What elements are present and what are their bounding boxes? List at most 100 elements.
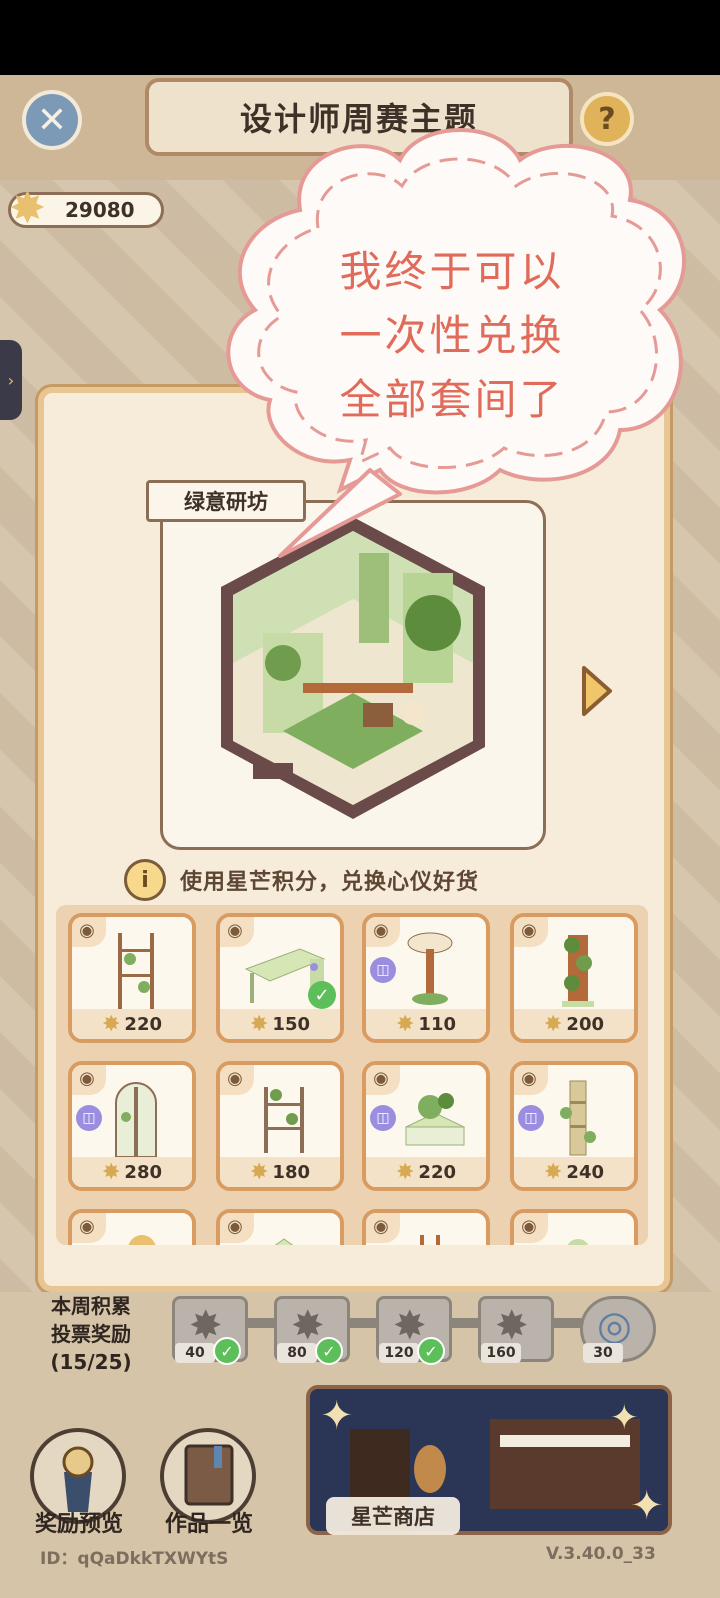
app-version: V.3.40.0_33	[546, 1544, 656, 1564]
svg-text:✦: ✦	[320, 1393, 354, 1439]
shop-item[interactable]: ◉ ✓ ✸ 150	[216, 913, 344, 1043]
price-bar: ✸ 280	[72, 1157, 192, 1187]
item-price: 180	[272, 1161, 310, 1183]
owned-check-icon: ✓	[308, 981, 336, 1009]
item-price: 220	[124, 1013, 162, 1035]
shop-item[interactable]: ◉	[216, 1209, 344, 1245]
bamboo-pillar-image	[560, 1080, 596, 1156]
close-button[interactable]: ✕	[22, 90, 82, 150]
item-image	[274, 1238, 294, 1245]
plant-rack-image	[264, 1087, 304, 1153]
shop-item[interactable]: ◉	[510, 1209, 638, 1245]
close-icon: ✕	[36, 99, 68, 141]
item-price: 150	[272, 1013, 310, 1035]
bubble-line3: 全部套间了	[339, 375, 565, 424]
page-title: 设计师周赛主题	[145, 78, 573, 156]
shop-item[interactable]: ◉	[362, 1209, 490, 1245]
user-id: ID：qQaDkkTXWYtS	[40, 1549, 229, 1569]
tier-value: 80	[277, 1343, 317, 1363]
room-illustration	[221, 517, 485, 819]
reward-tier[interactable]: ✸ 80 ✓	[274, 1296, 350, 1365]
eye-icon[interactable]: ◉	[514, 1213, 548, 1243]
star-icon: ✸	[101, 1011, 121, 1037]
tier-value: 30	[583, 1343, 623, 1363]
reward-tier[interactable]: ✸ 40 ✓	[172, 1296, 248, 1365]
set-badge-icon: ◫	[76, 1105, 102, 1131]
help-button[interactable]: ?	[580, 92, 634, 146]
vote-label-line3: (15/25)	[50, 1350, 132, 1374]
eye-icon[interactable]: ◉	[366, 1213, 400, 1243]
reward-tier[interactable]: ✸ 120 ✓	[376, 1296, 452, 1365]
price-bar: ✸ 180	[220, 1157, 340, 1187]
star-icon: ✸	[543, 1159, 563, 1185]
star-icon: ✸	[249, 1159, 269, 1185]
question-icon: ?	[598, 101, 616, 137]
price-bar: ✸ 220	[366, 1157, 486, 1187]
room-preview	[160, 500, 546, 850]
eye-icon[interactable]: ◉	[72, 917, 106, 947]
eye-icon[interactable]: ◉	[514, 1065, 548, 1095]
shop-item[interactable]: ◉ ✸ 200	[510, 913, 638, 1043]
weekly-vote-reward-label: 本周积累 投票奖励 (15/25)	[36, 1292, 146, 1376]
item-price: 220	[418, 1161, 456, 1183]
set-badge-icon: ◫	[370, 1105, 396, 1131]
claimed-check-icon: ✓	[213, 1337, 241, 1365]
shop-item[interactable]: ◉ ◫ ✸ 280	[68, 1061, 196, 1191]
star-icon: ✸	[249, 1011, 269, 1037]
trellis-shelf-image	[118, 933, 154, 1009]
set-badge-icon: ◫	[518, 1105, 544, 1131]
points-counter: ✸ 29080	[8, 187, 164, 231]
eye-icon[interactable]: ◉	[72, 1213, 106, 1243]
svg-text:✦: ✦	[630, 1483, 664, 1529]
bubble-line2: 一次性兑换	[339, 311, 565, 360]
eye-icon[interactable]: ◉	[514, 917, 548, 947]
eye-icon[interactable]: ◉	[366, 1065, 400, 1095]
star-icon: ✸	[101, 1159, 121, 1185]
price-bar: ✸ 200	[514, 1009, 634, 1039]
reward-tier[interactable]: ◎ 30	[580, 1296, 656, 1363]
shop-item[interactable]: ◉ ◫ ✸ 110	[362, 913, 490, 1043]
table-image	[407, 932, 453, 1005]
shop-item[interactable]: ◉ ◫ ✸ 240	[510, 1061, 638, 1191]
claimed-check-icon: ✓	[417, 1337, 445, 1365]
star-icon: ✸	[543, 1011, 563, 1037]
eye-icon[interactable]: ◉	[220, 1065, 254, 1095]
side-drawer-tab[interactable]: ›	[0, 340, 22, 420]
svg-text:✦: ✦	[610, 1398, 639, 1438]
points-value: 29080	[65, 198, 135, 222]
shop-item[interactable]: ◉	[68, 1209, 196, 1245]
bubble-line1: 我终于可以	[339, 247, 565, 296]
claimed-check-icon: ✓	[315, 1337, 343, 1365]
vote-label-line2: 投票奖励	[51, 1322, 131, 1346]
shop-item[interactable]: ◉ ✸ 180	[216, 1061, 344, 1191]
reward-tier[interactable]: ✸ 160	[478, 1296, 554, 1363]
shop-item[interactable]: ◉ ◫ ✸ 220	[362, 1061, 490, 1191]
price-bar: ✸ 220	[72, 1009, 192, 1039]
chevron-right-icon: ›	[7, 370, 15, 390]
item-price: 280	[124, 1161, 162, 1183]
item-price: 110	[418, 1013, 456, 1035]
price-bar: ✸ 110	[366, 1009, 486, 1039]
star-shop-label: 星芒商店	[326, 1497, 460, 1535]
tier-value: 40	[175, 1343, 215, 1363]
price-bar: ✸ 240	[514, 1157, 634, 1187]
rewards-preview-label: 奖励预览	[34, 1512, 123, 1537]
tier-value: 160	[481, 1343, 521, 1363]
item-image	[567, 1239, 589, 1245]
eye-icon[interactable]: ◉	[72, 1065, 106, 1095]
star-icon: ✸	[395, 1011, 415, 1037]
price-bar: ✸ 150	[220, 1009, 340, 1039]
info-row: i 使用星芒积分，兑换心仪好货	[124, 858, 564, 902]
plant-pillar-image	[562, 935, 594, 1007]
works-overview-label: 作品一览	[164, 1512, 253, 1537]
vote-label-line1: 本周积累	[51, 1294, 131, 1318]
shop-item[interactable]: ◉ ✸ 220	[68, 913, 196, 1043]
info-text: 使用星芒积分，兑换心仪好货	[180, 870, 480, 895]
next-room-arrow-icon[interactable]	[580, 664, 614, 718]
status-bar	[0, 0, 720, 75]
eye-icon[interactable]: ◉	[366, 917, 400, 947]
info-icon: i	[124, 859, 166, 901]
tier-value: 120	[379, 1343, 419, 1363]
bubble-text: 我终于可以 一次性兑换 全部套间了	[282, 240, 622, 432]
eye-icon[interactable]: ◉	[220, 1213, 254, 1243]
